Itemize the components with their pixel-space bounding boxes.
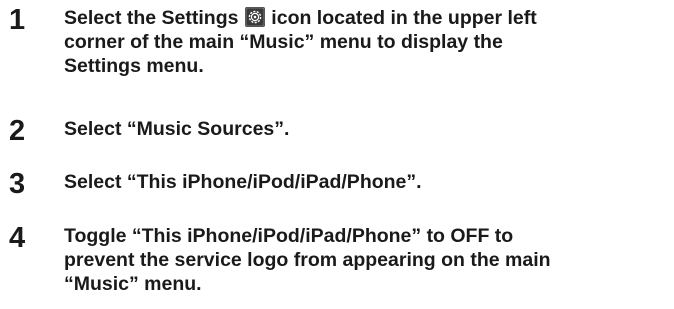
step-text-line: Select “Music Sources”. bbox=[64, 118, 290, 140]
step-text-segment: icon located in the upper left bbox=[265, 7, 537, 29]
step-text: Select the Settings icon located in the … bbox=[64, 6, 664, 78]
step-number: 3 bbox=[9, 168, 26, 200]
step-number: 1 bbox=[9, 4, 26, 36]
step-number: 4 bbox=[9, 222, 26, 254]
step-number: 2 bbox=[9, 115, 26, 147]
step-text-line: Select the Settings icon located in the … bbox=[64, 6, 664, 30]
step-text: Toggle “This iPhone/iPod/iPad/Phone” to … bbox=[64, 224, 664, 296]
settings-gear-icon bbox=[244, 7, 265, 27]
step-text-line: Settings menu. bbox=[64, 55, 204, 77]
step-text: Select “Music Sources”. bbox=[64, 117, 664, 141]
step-text-line: corner of the main “Music” menu to displ… bbox=[64, 31, 503, 53]
instruction-steps: 1 Select the Settings icon located in th… bbox=[0, 0, 674, 309]
step-text: Select “This iPhone/iPod/iPad/Phone”. bbox=[64, 170, 664, 194]
step-text-line: prevent the service logo from appearing … bbox=[64, 249, 551, 271]
step-text-line: “Music” menu. bbox=[64, 273, 202, 295]
step-text-segment: Select the Settings bbox=[64, 7, 244, 29]
step-text-line: Select “This iPhone/iPod/iPad/Phone”. bbox=[64, 171, 422, 193]
step-text-line: Toggle “This iPhone/iPod/iPad/Phone” to … bbox=[64, 225, 514, 247]
